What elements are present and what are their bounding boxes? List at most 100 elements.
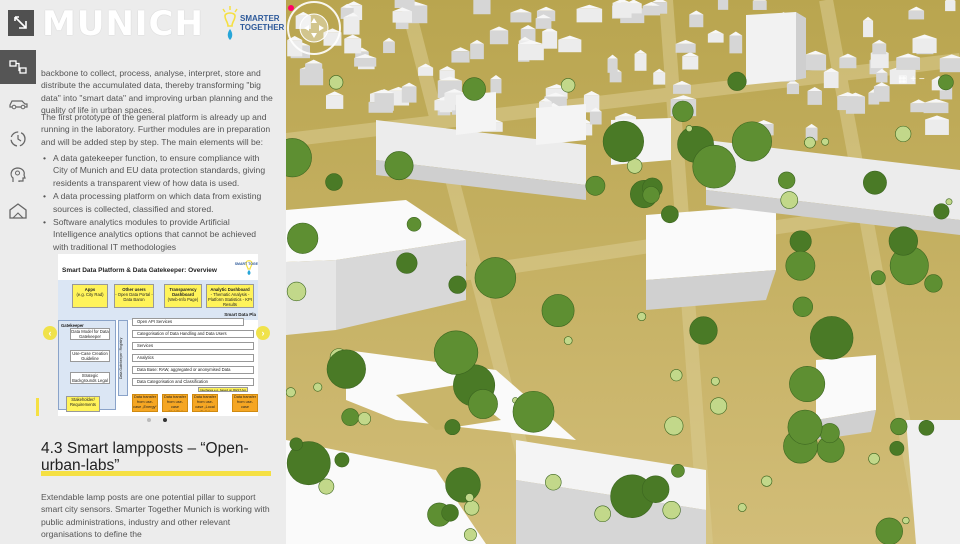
sidebar-rail [0, 0, 36, 544]
sidebar-item-cycle[interactable] [0, 122, 36, 156]
data-model-box: Data Model for Data Gatekeeper [70, 328, 110, 340]
tree [286, 387, 296, 398]
tree [938, 74, 954, 91]
house [823, 67, 839, 89]
tree [821, 137, 829, 146]
tree [761, 475, 773, 487]
house [542, 27, 558, 49]
paragraph-prototype: The first prototype of the general platf… [41, 112, 271, 147]
analytic-box: Analytic Dashboard - Thematic Analysis - … [206, 284, 254, 308]
tree [585, 175, 606, 196]
tree [685, 125, 693, 133]
tree [789, 366, 826, 403]
tree [445, 467, 481, 503]
compass-control[interactable] [286, 0, 342, 56]
transparency-box: Transparency Dashboard (Web-Info Page) [164, 284, 202, 308]
zoom-out-button[interactable]: − [919, 74, 925, 85]
tree [689, 316, 718, 345]
categorisation-box: Categorisation of Data Handling and Data… [132, 330, 254, 338]
transfer-energy-box: Data transfer from use-case „Energy“ [132, 394, 158, 412]
collapse-button[interactable] [8, 10, 34, 36]
tree [441, 504, 459, 522]
tree [692, 144, 736, 189]
other-users-box: Other users - Open Data Portal - Data Bar… [114, 284, 154, 308]
list-item: A data gatekeeper function, to ensure co… [41, 152, 273, 189]
grid-icon[interactable]: ▦ [898, 74, 907, 85]
carousel-prev-button[interactable]: ‹ [43, 326, 57, 340]
tree [474, 257, 517, 299]
tree [318, 478, 335, 495]
tree [933, 203, 950, 220]
tree [870, 270, 886, 286]
house [473, 0, 491, 15]
tree [448, 275, 467, 294]
sidebar-item-ideas[interactable] [0, 158, 36, 192]
house [925, 115, 949, 135]
tree [710, 376, 720, 386]
tree [792, 296, 813, 317]
tree [433, 330, 479, 375]
tree [545, 473, 562, 491]
network-icon [9, 60, 27, 74]
house [348, 12, 359, 32]
tree [710, 397, 728, 415]
open-api-box: Open API Services [132, 318, 244, 326]
sidebar-item-platform[interactable] [0, 50, 36, 84]
tree [406, 216, 422, 232]
carousel-dot-1[interactable] [147, 418, 151, 422]
transfer-usecase-box: Data transfer from use-case [232, 394, 258, 412]
elements-list: A data gatekeeper function, to ensure co… [41, 152, 273, 254]
tree [902, 516, 910, 525]
tree [328, 75, 344, 90]
stakeholders-box: Stakeholder/ Requirements [66, 396, 100, 412]
carousel-next-button[interactable]: › [256, 326, 270, 340]
sidebar-item-housing[interactable] [0, 194, 36, 228]
tree [787, 409, 823, 445]
tree [672, 100, 694, 123]
tree [664, 416, 684, 436]
tree [326, 349, 366, 389]
tree [641, 475, 670, 503]
zoom-in-button[interactable]: + [910, 74, 916, 85]
tree [778, 171, 796, 189]
tree [924, 274, 943, 293]
tree [804, 136, 816, 149]
tree [945, 198, 953, 206]
zoom-controls: ▦ + − [898, 74, 925, 85]
tree [789, 230, 812, 253]
tree [287, 222, 319, 254]
tree [670, 369, 683, 382]
infographic-slide: Smart Data Platform & Data Gatekeeper: O… [58, 254, 258, 416]
chevron-right-icon: › [261, 328, 265, 338]
map-canvas[interactable] [286, 0, 960, 544]
tree [512, 390, 555, 433]
tree [463, 528, 477, 542]
city-3d-map[interactable]: ▦ + − [286, 0, 960, 544]
tree [918, 419, 935, 436]
tree [731, 121, 772, 162]
tree [895, 125, 912, 143]
tree [462, 77, 486, 101]
tree [384, 151, 414, 181]
tree [662, 501, 681, 520]
tree [468, 389, 498, 419]
house [394, 0, 415, 8]
house [470, 39, 484, 60]
tree [727, 71, 747, 91]
tree [875, 517, 903, 544]
content-panel[interactable]: backbone to collect, process, analyse, i… [36, 52, 286, 544]
tree [289, 437, 303, 451]
tree [541, 294, 575, 328]
house [612, 0, 632, 18]
interface-box: Interfaces e.g. based on REST Api [198, 387, 248, 392]
logo-line2: TOGETHER [240, 23, 285, 32]
sidebar-item-mobility[interactable] [0, 86, 36, 120]
carousel-dot-2[interactable] [163, 418, 167, 422]
tree [465, 493, 474, 502]
tree [464, 500, 480, 516]
house-icon [9, 203, 27, 219]
tree [890, 417, 908, 436]
house [634, 49, 647, 71]
infographic-title: Smart Data Platform & Data Gatekeeper: O… [62, 267, 217, 274]
tree [637, 312, 647, 322]
